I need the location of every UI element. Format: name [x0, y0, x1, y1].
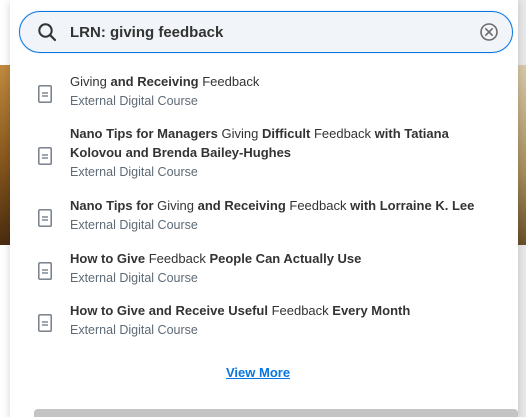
result-title-segment: Feedback — [148, 251, 206, 266]
result-title-segment: How to Give and Receive Useful — [70, 303, 272, 318]
result-title-segment: Feedback — [271, 303, 329, 318]
document-icon — [38, 85, 52, 103]
result-item[interactable]: Nano Tips for Giving and Receiving Feedb… — [10, 196, 518, 238]
background-image-right — [518, 65, 526, 245]
result-title: Nano Tips for Giving and Receiving Feedb… — [70, 196, 490, 215]
result-title-segment: Difficult — [258, 126, 314, 141]
result-title-segment: with Lorraine K. Lee — [346, 198, 475, 213]
result-type: External Digital Course — [70, 218, 198, 232]
result-title: Nano Tips for Managers Giving Difficult … — [70, 124, 490, 162]
search-icon — [36, 21, 58, 43]
result-title-segment: and Receiving — [106, 74, 203, 89]
result-title: How to Give and Receive Useful Feedback … — [70, 301, 490, 320]
result-title: How to Give Feedback People Can Actually… — [70, 249, 490, 268]
document-icon — [38, 209, 52, 227]
result-type: External Digital Course — [70, 323, 198, 337]
result-title-segment: Feedback — [313, 126, 372, 141]
result-type: External Digital Course — [70, 271, 198, 285]
result-title-segment: Feedback — [289, 198, 347, 213]
result-title-segment: Giving — [70, 74, 107, 89]
result-title-segment: Nano Tips for — [70, 198, 158, 213]
result-type: External Digital Course — [70, 94, 198, 108]
result-title-segment: Nano Tips for Managers — [70, 126, 222, 141]
result-title-segment: and Receiving — [194, 198, 290, 213]
search-box[interactable] — [19, 11, 513, 53]
result-title-segment: Every Month — [328, 303, 411, 318]
result-item[interactable]: Giving and Receiving Feedback External D… — [10, 72, 518, 114]
document-icon — [38, 314, 52, 332]
result-item[interactable]: How to Give and Receive Useful Feedback … — [10, 301, 518, 343]
result-title-segment: Feedback — [202, 74, 260, 89]
clear-icon[interactable] — [479, 22, 499, 42]
result-title-segment: How to Give — [70, 251, 149, 266]
result-title-segment: People Can Actually Use — [205, 251, 362, 266]
background-image-left — [0, 65, 10, 245]
document-icon — [38, 147, 52, 165]
result-type: External Digital Course — [70, 165, 198, 179]
document-icon — [38, 262, 52, 280]
result-item[interactable]: How to Give Feedback People Can Actually… — [10, 249, 518, 291]
result-title: Giving and Receiving Feedback — [70, 72, 490, 91]
result-title-segment: Giving — [157, 198, 195, 213]
result-title-segment: Giving — [221, 126, 259, 141]
search-input[interactable] — [70, 20, 479, 44]
view-more-link[interactable]: View More — [226, 365, 290, 380]
result-item[interactable]: Nano Tips for Managers Giving Difficult … — [10, 124, 518, 186]
horizontal-scrollbar[interactable] — [34, 409, 518, 417]
